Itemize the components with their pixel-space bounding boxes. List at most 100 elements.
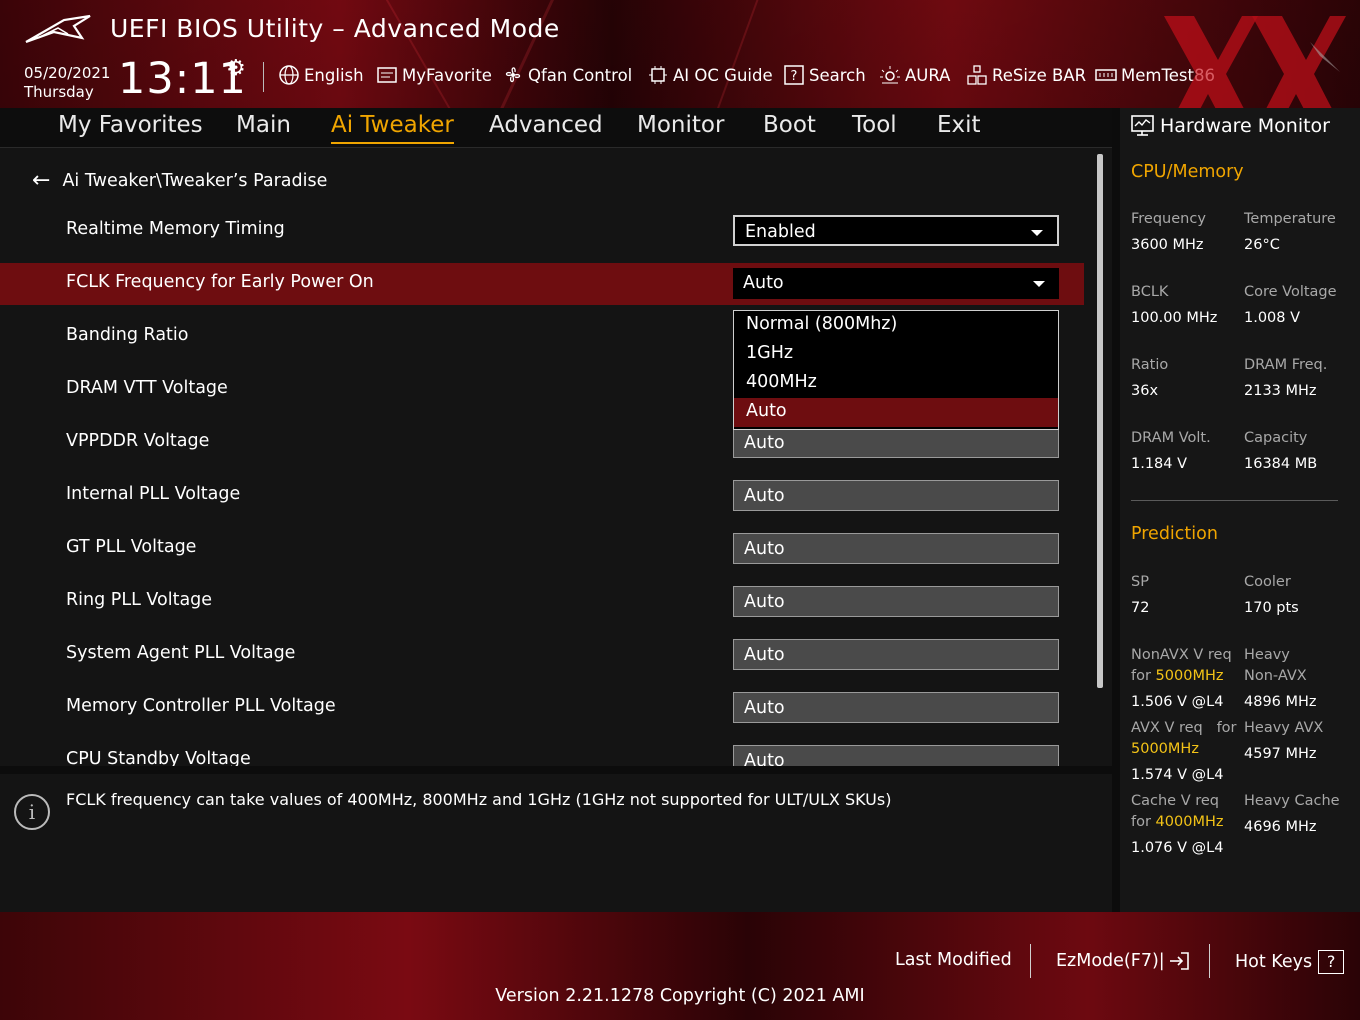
- setting-label: FCLK Frequency for Early Power On: [66, 272, 374, 292]
- setting-label: Realtime Memory Timing: [66, 219, 285, 239]
- hw-label: Heavy Non-AVX: [1244, 645, 1307, 687]
- myfavorite-label: MyFavorite: [402, 65, 492, 85]
- settings-panel: ← Ai Tweaker\Tweaker’s Paradise Realtime…: [0, 148, 1112, 766]
- setting-row-selected[interactable]: FCLK Frequency for Early Power On Auto: [0, 263, 1084, 305]
- setting-row[interactable]: System Agent PLL Voltage Auto: [0, 634, 1084, 676]
- breadcrumb[interactable]: ← Ai Tweaker\Tweaker’s Paradise: [32, 168, 327, 193]
- search-button[interactable]: ? Search: [783, 62, 866, 88]
- day-text: Thursday: [24, 83, 94, 101]
- setting-input[interactable]: Auto: [733, 480, 1059, 511]
- tab-my-favorites[interactable]: My Favorites: [58, 112, 203, 138]
- setting-input[interactable]: Auto: [733, 586, 1059, 617]
- setting-select[interactable]: Auto: [733, 268, 1059, 299]
- hw-label: Core Voltage: [1244, 284, 1337, 300]
- ai-oc-guide-label: AI OC Guide: [673, 65, 773, 85]
- fan-icon: [505, 67, 521, 83]
- hardware-monitor-panel: Hardware Monitor CPU/Memory Frequency 36…: [1120, 108, 1360, 912]
- header-divider: [263, 62, 264, 92]
- myfavorite-button[interactable]: MyFavorite: [376, 62, 492, 88]
- hw-value: 1.574 V @L4: [1131, 767, 1224, 783]
- setting-select[interactable]: Enabled: [733, 215, 1059, 246]
- hw-label: Cooler: [1244, 574, 1291, 590]
- hw-label: DRAM Freq.: [1244, 357, 1328, 373]
- hw-value: 4696 MHz: [1244, 819, 1317, 835]
- date-text: 05/20/2021: [24, 64, 111, 82]
- setting-value: Enabled: [745, 222, 816, 242]
- memtest-icon: [1095, 69, 1117, 81]
- resize-bar-button[interactable]: ReSize BAR: [966, 62, 1086, 88]
- search-label: Search: [809, 65, 866, 85]
- tab-ai-tweaker[interactable]: Ai Tweaker: [331, 112, 454, 144]
- setting-label: Memory Controller PLL Voltage: [66, 696, 336, 716]
- hw-value: 3600 MHz: [1131, 237, 1204, 253]
- hw-label-line: for 4000MHz: [1131, 812, 1223, 833]
- hw-label: NonAVX V req for 5000MHz: [1131, 645, 1232, 687]
- hw-label: Heavy Cache: [1244, 793, 1340, 809]
- hardware-monitor-title: Hardware Monitor: [1130, 114, 1330, 138]
- dropdown-option-selected[interactable]: Auto: [734, 398, 1058, 427]
- tab-exit[interactable]: Exit: [937, 112, 981, 138]
- clock-settings-gear-icon[interactable]: ⚙: [226, 56, 246, 81]
- hw-label-for: for: [1131, 668, 1151, 684]
- tab-boot[interactable]: Boot: [763, 112, 816, 138]
- setting-label: GT PLL Voltage: [66, 537, 197, 557]
- hw-label-line: for 5000MHz: [1131, 666, 1232, 687]
- hw-label: Frequency: [1131, 211, 1206, 227]
- setting-input[interactable]: Auto: [733, 427, 1059, 458]
- breadcrumb-path: Ai Tweaker\Tweaker’s Paradise: [62, 170, 328, 191]
- setting-input[interactable]: Auto: [733, 745, 1059, 766]
- back-arrow-icon[interactable]: ←: [32, 168, 50, 193]
- setting-row[interactable]: Internal PLL Voltage Auto: [0, 475, 1084, 517]
- tab-main[interactable]: Main: [236, 112, 291, 138]
- hw-value: 1.076 V @L4: [1131, 840, 1224, 856]
- setting-row[interactable]: CPU Standby Voltage Auto: [0, 740, 1084, 766]
- hw-value: 16384 MB: [1244, 456, 1318, 472]
- tab-advanced[interactable]: Advanced: [489, 112, 603, 138]
- setting-row[interactable]: Ring PLL Voltage Auto: [0, 581, 1084, 623]
- hot-keys-button[interactable]: Hot Keys ?: [1235, 950, 1345, 974]
- setting-row[interactable]: Memory Controller PLL Voltage Auto: [0, 687, 1084, 729]
- tab-monitor[interactable]: Monitor: [637, 112, 724, 138]
- fclk-dropdown-list[interactable]: Normal (800Mhz) 1GHz 400MHz Auto: [733, 310, 1059, 430]
- version-text: Version 2.21.1278 Copyright (C) 2021 AMI: [495, 986, 865, 1006]
- ai-chip-icon: [649, 66, 667, 84]
- hw-label-line: Non-AVX: [1244, 668, 1307, 684]
- qfan-control-button[interactable]: Qfan Control: [502, 62, 632, 88]
- setting-row[interactable]: Realtime Memory Timing Enabled: [0, 210, 1084, 252]
- dropdown-option[interactable]: Normal (800Mhz): [734, 311, 1058, 340]
- setting-input[interactable]: Auto: [733, 533, 1059, 564]
- settings-scrollbar[interactable]: [1097, 154, 1103, 688]
- footer-divider: [1209, 944, 1210, 978]
- ezmode-button[interactable]: EzMode(F7)|: [1056, 950, 1191, 972]
- last-modified-label: Last Modified: [895, 950, 1012, 970]
- setting-input[interactable]: Auto: [733, 639, 1059, 670]
- hw-label: Heavy AVX: [1244, 720, 1324, 736]
- hw-label-line: NonAVX V req: [1131, 647, 1232, 663]
- last-modified-button[interactable]: Last Modified: [895, 950, 1012, 970]
- setting-label: Ring PLL Voltage: [66, 590, 213, 610]
- setting-label: DRAM VTT Voltage: [66, 378, 228, 398]
- language-label: English: [304, 65, 364, 85]
- hot-keys-label: Hot Keys: [1235, 952, 1313, 972]
- hw-label: SP: [1131, 574, 1149, 590]
- setting-label: Banding Ratio: [66, 325, 189, 345]
- dropdown-option[interactable]: 400MHz: [734, 369, 1058, 398]
- setting-input[interactable]: Auto: [733, 692, 1059, 723]
- dropdown-option[interactable]: 1GHz: [734, 340, 1058, 369]
- tab-tool[interactable]: Tool: [852, 112, 897, 138]
- search-help-icon: ?: [784, 65, 804, 85]
- ai-oc-guide-button[interactable]: AI OC Guide: [647, 62, 773, 88]
- setting-row[interactable]: GT PLL Voltage Auto: [0, 528, 1084, 570]
- hw-label: Temperature: [1244, 211, 1336, 227]
- aura-button[interactable]: AURA: [879, 62, 950, 88]
- favorite-icon: [377, 67, 397, 83]
- rog-logo-icon: [25, 14, 91, 44]
- cpu-memory-heading: CPU/Memory: [1131, 162, 1244, 182]
- help-panel: i FCLK frequency can take values of 400M…: [0, 774, 1112, 912]
- hardware-monitor-label: Hardware Monitor: [1160, 115, 1330, 137]
- setting-label: Internal PLL Voltage: [66, 484, 241, 504]
- ezmode-label: EzMode(F7)|: [1056, 951, 1165, 971]
- hw-label-line: AVX V req for: [1131, 718, 1237, 739]
- footer-divider: [1030, 944, 1031, 978]
- language-button[interactable]: English: [278, 62, 364, 88]
